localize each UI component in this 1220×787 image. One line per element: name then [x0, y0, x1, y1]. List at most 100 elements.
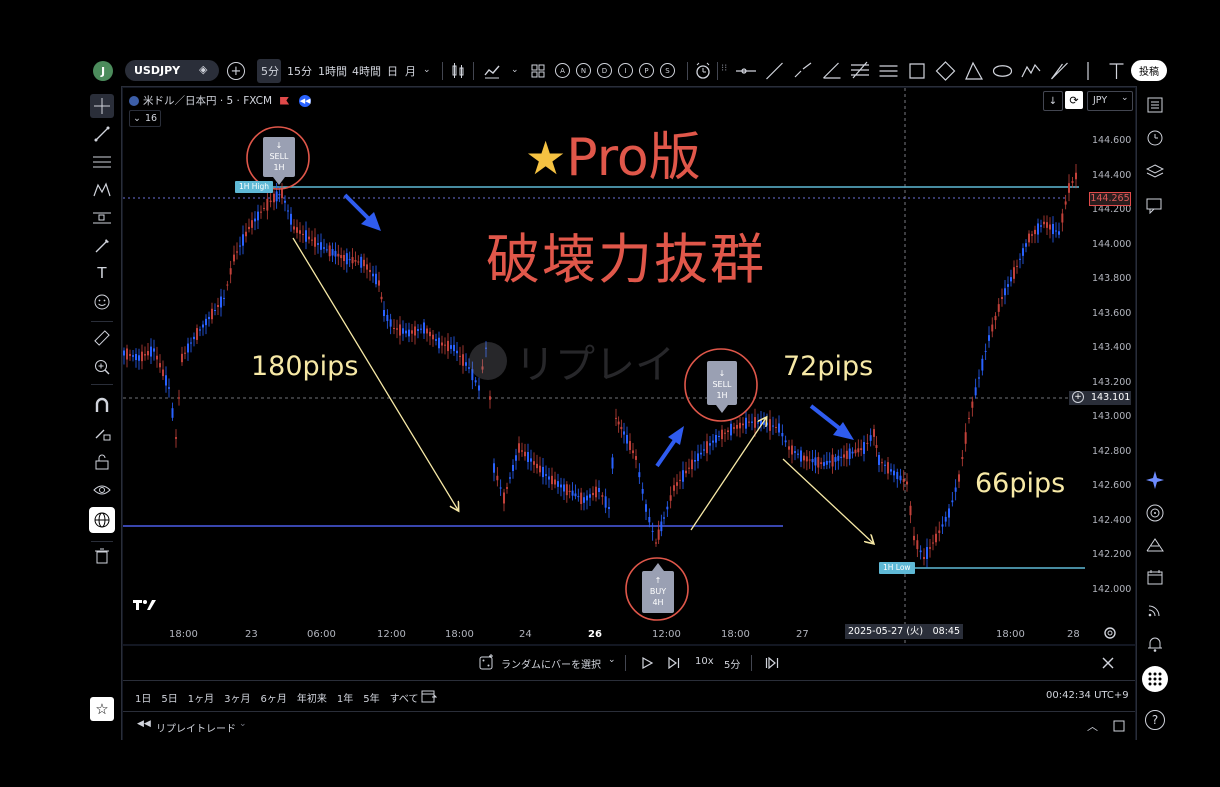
random-bar-dice-icon[interactable] [479, 654, 495, 670]
replay-trade-panel-header[interactable]: ◀◀ リプレイトレード ⌄ ︿ [123, 712, 1135, 740]
interval-1h[interactable]: 1時間 [318, 63, 347, 79]
rectangle-icon[interactable] [909, 63, 925, 79]
layers-icon[interactable] [1146, 164, 1164, 180]
indicator-letter-s[interactable]: S [660, 63, 675, 78]
drag-handle-icon[interactable]: ⁝⁝ [721, 63, 727, 74]
ellipse-icon[interactable] [992, 65, 1013, 77]
range-button-7[interactable]: 5年 [363, 690, 379, 705]
parallel-channel-icon[interactable] [879, 65, 898, 77]
trash-icon[interactable] [95, 548, 109, 564]
trend-line-icon[interactable] [766, 62, 783, 80]
calendar-icon[interactable] [1147, 569, 1163, 585]
indicators-dropdown-icon[interactable]: ⌄ [511, 65, 519, 75]
chart-settings-gear-icon[interactable] [1103, 626, 1117, 640]
path-icon[interactable] [1021, 63, 1041, 78]
horizontal-ray-icon[interactable] [736, 68, 756, 74]
indicators-icon[interactable] [484, 63, 500, 79]
range-button-8[interactable]: すべて [390, 690, 419, 705]
range-button-1[interactable]: 5日 [161, 690, 177, 705]
indicator-letter-a[interactable]: A [555, 63, 570, 78]
stay-in-drawing-mode-icon[interactable] [94, 426, 112, 442]
price-axis[interactable]: 144.600 144.400 144.200 144.000 143.800 143.6… [1068, 88, 1135, 623]
close-icon[interactable] [1102, 657, 1114, 669]
chart-pane[interactable]: 米ドル／日本円 · 5 · FXCM ◀◀ ⌄ 16 ↓ ⟳ JPY ⌄ 144.… [123, 88, 1135, 644]
red-flag-icon[interactable] [280, 96, 290, 105]
help-icon[interactable]: ? [1145, 710, 1165, 730]
rotated-rect-icon[interactable] [935, 61, 956, 81]
range-button-3[interactable]: 3ヶ月 [224, 690, 250, 705]
alerts-clock-icon[interactable] [1147, 130, 1163, 146]
replay-interval[interactable]: 5分 [724, 656, 740, 671]
interval-15m[interactable]: 15分 [287, 63, 312, 79]
fib-retracement-icon[interactable] [93, 154, 111, 170]
forecast-tool-icon[interactable] [93, 210, 111, 226]
range-button-4[interactable]: 6ヶ月 [261, 690, 287, 705]
ai-sparkle-icon[interactable] [1146, 471, 1164, 489]
zoom-in-icon[interactable] [94, 359, 110, 375]
play-icon[interactable] [641, 657, 653, 669]
interval-dropdown-icon[interactable]: ⌄ [423, 65, 431, 75]
ruler-icon[interactable] [94, 330, 110, 346]
maximize-panel-icon[interactable] [1113, 720, 1125, 732]
chevron-down-icon[interactable]: ⌄ [239, 719, 247, 729]
date-range-calendar-icon[interactable] [421, 689, 437, 703]
chevron-up-icon[interactable]: ︿ [1087, 718, 1098, 734]
triangle-icon[interactable] [965, 61, 984, 80]
brush-tool-icon[interactable] [94, 238, 110, 254]
alert-clock-icon[interactable] [694, 62, 712, 80]
publish-button[interactable]: 投稿 [1131, 60, 1167, 81]
tradingview-logo[interactable] [133, 598, 157, 616]
replay-speed[interactable]: 10x [695, 656, 714, 667]
apps-menu-button[interactable] [1142, 666, 1168, 692]
info-line-icon[interactable] [794, 62, 812, 78]
interval-4h[interactable]: 4時間 [352, 63, 381, 79]
range-button-2[interactable]: 1ヶ月 [188, 690, 214, 705]
chevron-down-icon[interactable]: ⌄ [608, 655, 616, 665]
symbol-legend[interactable]: 米ドル／日本円 · 5 · FXCM ◀◀ [129, 93, 312, 108]
diamond-icon[interactable]: ◈ [199, 63, 207, 76]
chat-icon[interactable] [1146, 198, 1164, 214]
interval-day[interactable]: 日 [387, 63, 398, 79]
random-bar-label[interactable]: ランダムにバーを選択 [501, 656, 601, 671]
text-tool-icon[interactable]: T [93, 264, 111, 282]
interval-5m[interactable]: 5分 [261, 63, 279, 79]
candles-chart-type-icon[interactable] [451, 63, 465, 79]
add-alert-plus-icon[interactable]: + [1072, 391, 1084, 403]
user-avatar[interactable]: J [93, 61, 113, 81]
templates-icon[interactable] [531, 64, 545, 78]
favorites-star-button[interactable]: ☆ [90, 697, 114, 721]
add-symbol-icon[interactable]: + [227, 62, 245, 80]
lock-icon[interactable] [95, 454, 109, 470]
trend-line-icon[interactable] [94, 126, 110, 142]
target-icon[interactable] [1146, 504, 1164, 522]
legend-collapse-button[interactable]: ⌄ 16 [129, 110, 161, 127]
text-tool-icon[interactable] [1109, 63, 1124, 79]
range-button-0[interactable]: 1日 [135, 690, 151, 705]
crosshair-icon[interactable] [94, 98, 110, 114]
magnet-icon[interactable] [94, 397, 110, 413]
pitchfork-icon[interactable] [1051, 62, 1068, 80]
emoji-tool-icon[interactable] [94, 294, 110, 310]
indicator-letter-n[interactable]: N [576, 63, 591, 78]
watchlist-icon[interactable] [1147, 97, 1163, 113]
clock-timezone[interactable]: 00:42:34 UTC+9 [1046, 690, 1129, 701]
pattern-tool-icon[interactable] [93, 182, 111, 198]
download-arrow-icon[interactable]: ↓ [1043, 91, 1063, 111]
ideas-mountain-icon[interactable] [1146, 537, 1164, 553]
range-button-6[interactable]: 1年 [337, 690, 353, 705]
indicator-letter-i[interactable]: I [618, 63, 633, 78]
fib-channel-icon[interactable] [851, 61, 869, 79]
range-button-5[interactable]: 年初来 [297, 690, 327, 705]
broadcast-icon[interactable] [1147, 602, 1163, 618]
angle-icon[interactable] [823, 62, 841, 79]
eye-icon[interactable] [93, 483, 111, 497]
replay-rewind-icon[interactable]: ◀◀ [299, 94, 312, 107]
globe-icon[interactable] [94, 512, 110, 528]
step-forward-icon[interactable] [668, 657, 680, 669]
notifications-bell-icon[interactable] [1147, 636, 1163, 652]
indicator-letter-p[interactable]: P [639, 63, 654, 78]
symbol-search[interactable]: USDJPY ◈ [125, 60, 219, 81]
jump-to-realtime-icon[interactable] [765, 657, 779, 669]
indicator-letter-d[interactable]: D [597, 63, 612, 78]
interval-month[interactable]: 月 [405, 63, 416, 79]
